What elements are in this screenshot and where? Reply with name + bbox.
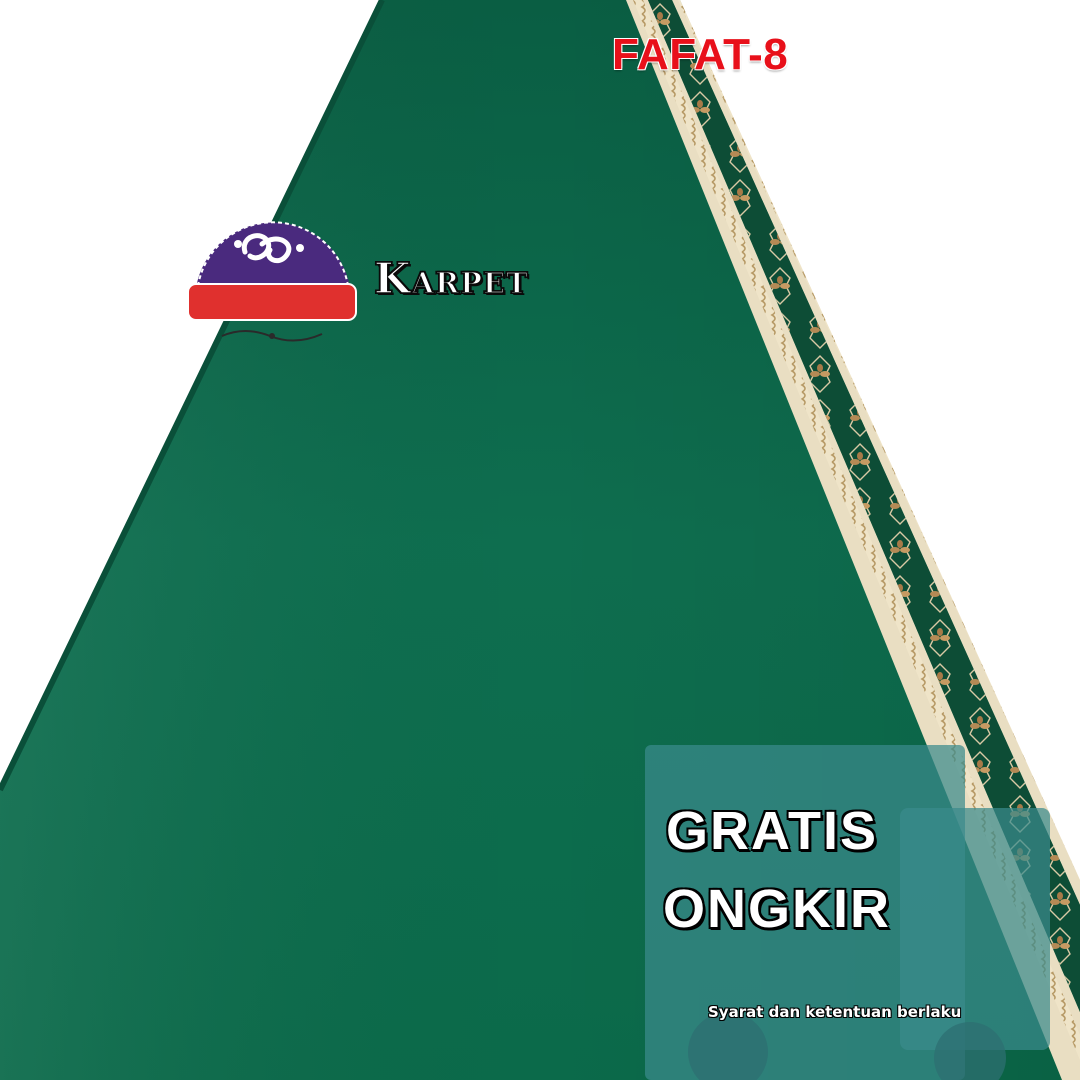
carpet-photo bbox=[0, 0, 1080, 1080]
product-code-label: FAFAT-8 bbox=[612, 30, 789, 79]
brand-word-karpet: Karpet bbox=[373, 253, 529, 304]
promo-heading-ongkir: ONGKIR bbox=[663, 879, 891, 939]
logo-brand-name: ALHADI bbox=[34, 289, 152, 314]
promo-heading-gratis: GRATIS bbox=[666, 801, 878, 861]
terms-note: Syarat dan ketentuan berlaku bbox=[708, 1003, 962, 1021]
